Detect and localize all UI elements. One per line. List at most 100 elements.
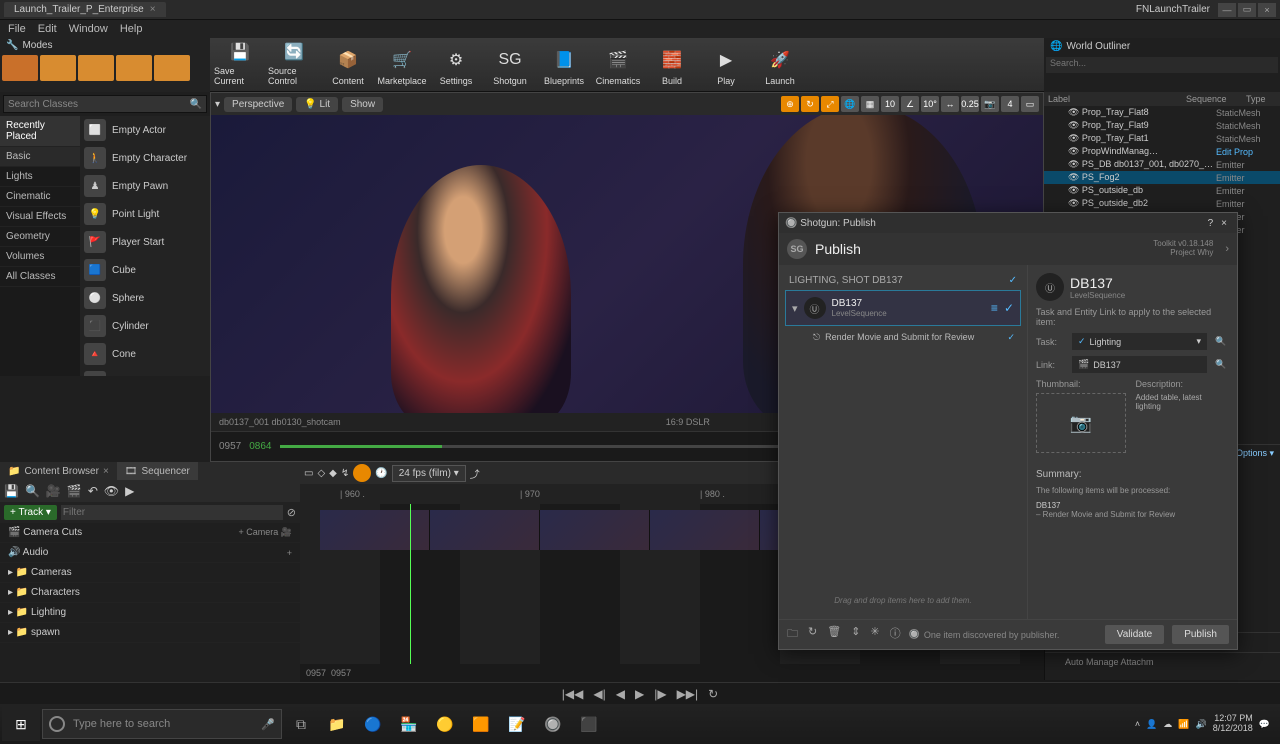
tl-record-icon[interactable] <box>353 464 371 482</box>
shotgun-subitem[interactable]: ⎋ Render Movie and Submit for Review ✓ <box>785 326 1021 349</box>
track-characters[interactable]: ▸ 📁 Characters <box>0 583 300 603</box>
start-button[interactable]: ⊞ <box>2 707 40 741</box>
app-sublime[interactable]: 🟧 <box>464 707 498 741</box>
seq-search-icon[interactable]: 🔍 <box>25 484 40 498</box>
seq-render-icon[interactable]: 🎬 <box>67 484 82 498</box>
track-cameras[interactable]: ▸ 📁 Cameras <box>0 563 300 583</box>
outliner-row[interactable]: 👁 Prop_Tray_Flat9StaticMesh <box>1044 119 1280 132</box>
menu-edit[interactable]: Edit <box>38 23 57 35</box>
app-shotgun[interactable]: 🔘 <box>536 707 570 741</box>
window-tab[interactable]: Launch_Trailer_P_Enterprise × <box>4 2 166 17</box>
description-text[interactable]: Added table, latest lighting <box>1136 393 1230 411</box>
tl-autokey-icon[interactable]: ↯ <box>341 468 349 479</box>
transform-coord-icon[interactable]: 🌐 <box>841 96 859 112</box>
shotgun-publish-item[interactable]: ▾ Ⓤ DB137 LevelSequence ≡ ✓ <box>785 290 1021 326</box>
toolbar-blueprints[interactable]: 📘Blueprints <box>538 41 590 89</box>
seq-loop-icon[interactable]: ↻ <box>708 687 718 701</box>
mode-paint-icon[interactable] <box>40 55 76 81</box>
app-notes[interactable]: 📝 <box>500 707 534 741</box>
camera-speed-val[interactable]: 4 <box>1001 96 1019 112</box>
viewport-perspective[interactable]: Perspective <box>224 97 292 112</box>
item-check-icon[interactable]: ✓ <box>1004 301 1014 315</box>
app-unreal[interactable]: ⬛ <box>572 707 606 741</box>
camera-speed-icon[interactable]: 📷 <box>981 96 999 112</box>
category-geometry[interactable]: Geometry <box>0 227 80 247</box>
mode-geometry-icon[interactable] <box>154 55 190 81</box>
validate-button[interactable]: Validate <box>1105 625 1164 644</box>
app-edge[interactable]: 🔵 <box>356 707 390 741</box>
task-search-icon[interactable]: 🔍 <box>1213 336 1229 347</box>
item-expand-icon[interactable]: ▾ <box>792 302 798 315</box>
mode-foliage-icon[interactable] <box>116 55 152 81</box>
transform-rotate-icon[interactable]: ↻ <box>801 96 819 112</box>
link-search-icon[interactable]: 🔍 <box>1213 359 1229 370</box>
sg-expand-icon[interactable]: ⇕ <box>851 625 860 644</box>
actor-empty-character[interactable]: 🚶Empty Character <box>80 144 210 172</box>
window-tab-close-icon[interactable]: × <box>150 4 156 15</box>
seq-undo-icon[interactable]: ↶ <box>88 484 98 498</box>
seq-view-icon[interactable]: 👁 <box>104 484 119 498</box>
snap-grid-val[interactable]: 10 <box>881 96 899 112</box>
category-lights[interactable]: Lights <box>0 167 80 187</box>
toolbar-cinematics[interactable]: 🎬Cinematics <box>592 41 644 89</box>
viewport-maximize-icon[interactable]: ▭ <box>1021 96 1039 112</box>
minimize-button[interactable]: — <box>1218 3 1236 17</box>
viewport-menu-icon[interactable]: ▾ <box>215 99 220 110</box>
tl-snap-icon[interactable]: ▭ <box>304 468 313 479</box>
menu-help[interactable]: Help <box>120 23 143 35</box>
category-basic[interactable]: Basic <box>0 147 80 167</box>
transport-scrubber[interactable] <box>280 445 823 448</box>
category-volumes[interactable]: Volumes <box>0 247 80 267</box>
seq-to-end-icon[interactable]: ▶▶| <box>677 687 699 701</box>
menu-window[interactable]: Window <box>69 23 108 35</box>
app-store[interactable]: 🏪 <box>392 707 426 741</box>
outliner-row[interactable]: 👁 Prop_Tray_Flat8StaticMesh <box>1044 106 1280 119</box>
tl-key-all-icon[interactable]: ◇ <box>317 468 325 479</box>
viewport-show[interactable]: Show <box>342 97 383 112</box>
seq-to-start-icon[interactable]: |◀◀ <box>562 687 584 701</box>
seq-play-icon[interactable]: ▶ <box>125 484 134 498</box>
snap-grid-icon[interactable]: ▦ <box>861 96 879 112</box>
seq-next-key-icon[interactable]: |▶ <box>654 687 666 701</box>
sg-delete-icon[interactable]: 🗑 <box>827 625 841 644</box>
close-button[interactable]: × <box>1258 3 1276 17</box>
sg-collapse-icon[interactable]: ✳ <box>870 625 879 644</box>
track-audio[interactable]: 🔊 Audio+ <box>0 543 300 563</box>
snap-scale-val[interactable]: 0.25 <box>961 96 979 112</box>
outliner-search[interactable]: Search... <box>1046 57 1278 73</box>
toolbar-launch[interactable]: 🚀Launch <box>754 41 806 89</box>
system-tray[interactable]: ˄ 👤 ☁ 📶 🔊 12:07 PM 8/12/2018 💬 <box>1135 714 1278 734</box>
outliner-row[interactable]: 👁 PS_Fog2Emitter <box>1044 171 1280 184</box>
sg-info-icon[interactable]: ⓘ <box>890 625 901 644</box>
link-select[interactable]: 🎬 DB137 <box>1072 356 1207 373</box>
toolbar-content[interactable]: 📦Content <box>322 41 374 89</box>
actor-cylinder[interactable]: ⬛Cylinder <box>80 312 210 340</box>
tray-cloud-icon[interactable]: ☁ <box>1163 719 1172 730</box>
tray-up-icon[interactable]: ˄ <box>1135 719 1140 729</box>
menu-file[interactable]: File <box>8 23 26 35</box>
tray-wifi-icon[interactable]: 📶 <box>1178 719 1189 730</box>
track-spawn[interactable]: ▸ 📁 spawn <box>0 623 300 643</box>
outliner-row[interactable]: 👁 PS_outside_db2Emitter <box>1044 197 1280 210</box>
mode-place-icon[interactable] <box>2 55 38 81</box>
category-recently[interactable]: Recently Placed <box>0 116 80 147</box>
outliner-row[interactable]: 👁 PropWindManag…Edit Prop <box>1044 145 1280 158</box>
transform-move-icon[interactable]: ⊕ <box>781 96 799 112</box>
toolbar-shotgun[interactable]: SGShotgun <box>484 41 536 89</box>
actor-cone[interactable]: 🔺Cone <box>80 340 210 368</box>
outliner-row[interactable]: 👁 PS_DB db0137_001, db0270_001Emitter <box>1044 158 1280 171</box>
transform-scale-icon[interactable]: ⤢ <box>821 96 839 112</box>
shotgun-help-icon[interactable]: ? <box>1204 218 1218 229</box>
shotgun-titlebar[interactable]: 🔘 Shotgun: Publish ? × <box>779 213 1237 233</box>
seq-play-fwd-icon[interactable]: ▶ <box>635 687 644 701</box>
fps-selector[interactable]: 24 fps (film) ▾ <box>392 465 466 482</box>
maximize-button[interactable]: ▭ <box>1238 3 1256 17</box>
mic-icon[interactable]: 🎤 <box>261 718 275 731</box>
category-cinematic[interactable]: Cinematic <box>0 187 80 207</box>
actor-empty-actor[interactable]: ⬜Empty Actor <box>80 116 210 144</box>
app-chrome[interactable]: 🟡 <box>428 707 462 741</box>
actor-empty-pawn[interactable]: ♟Empty Pawn <box>80 172 210 200</box>
toolbar-source-control[interactable]: 🔄Source Control <box>268 41 320 89</box>
toolbar-play[interactable]: ▶Play <box>700 41 752 89</box>
sg-refresh-icon[interactable]: ↻ <box>808 625 817 644</box>
